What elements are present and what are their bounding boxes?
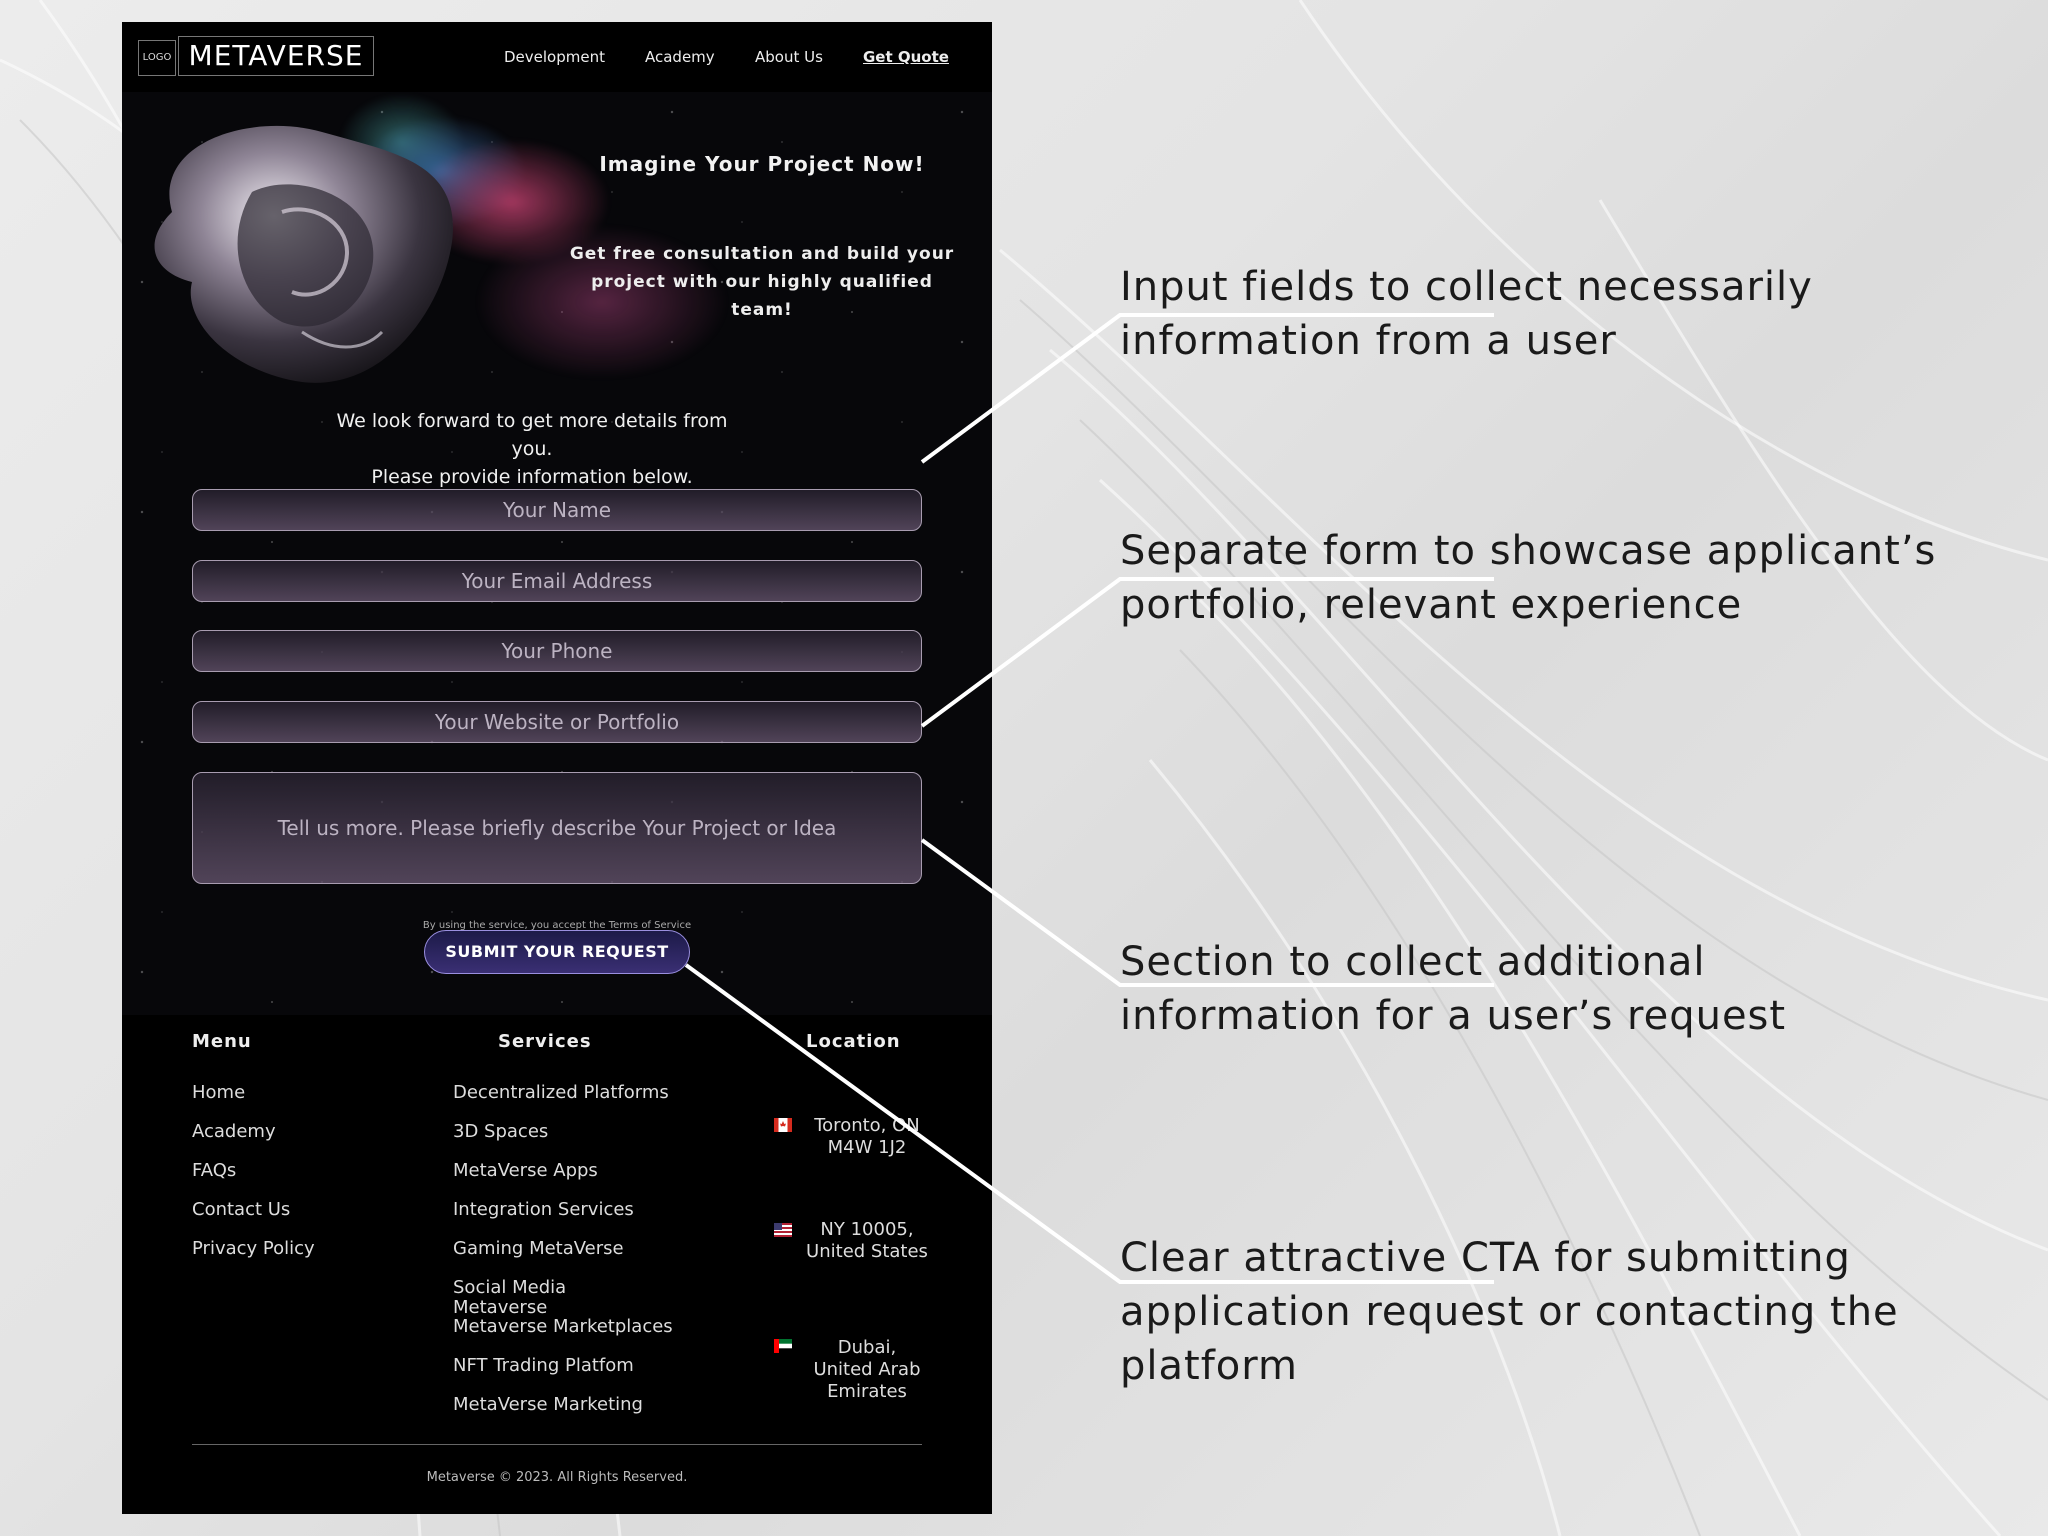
submit-request-button[interactable]: SUBMIT YOUR REQUEST [424,930,690,974]
name-input[interactable]: Your Name [192,489,922,531]
hero-title: Imagine Your Project Now! [599,152,925,176]
intro-line-2: Please provide information below. [371,466,693,488]
annotation-portfolio-form-line-2: portfolio, relevant experience [1120,582,1743,628]
intro-line-1: We look forward to get more details from… [336,410,728,460]
annotation-portfolio-form-line-1: Separate form to showcase applicant’s [1120,528,1937,574]
footer-service-marketing[interactable]: MetaVerse Marketing [453,1395,643,1415]
footer-link-contact-us[interactable]: Contact Us [192,1200,290,1220]
top-navigation: LOGO METAVERSE Development Academy About… [122,22,992,92]
nav-link-academy[interactable]: Academy [645,48,715,66]
location-dubai-line-2: United Arab [813,1359,921,1380]
nav-link-about-us[interactable]: About Us [755,48,823,66]
footer-link-academy[interactable]: Academy [192,1122,276,1142]
website-mockup: LOGO METAVERSE Development Academy About… [122,22,992,1514]
footer-service-integration[interactable]: Integration Services [453,1200,634,1220]
annotation-cta-line-2: application request or contacting the [1120,1289,1899,1335]
project-description-textarea[interactable]: Tell us more. Please briefly describe Yo… [192,772,922,884]
location-dubai: Dubai, United Arab Emirates [797,1337,937,1403]
nav-link-development[interactable]: Development [504,48,605,66]
hero-subtitle: Get free consultation and build your pro… [569,244,955,320]
form-intro: We look forward to get more details from… [322,407,742,491]
footer-service-nft-trading[interactable]: NFT Trading Platfom [453,1356,634,1376]
canada-flag-icon [774,1118,792,1132]
footer-service-apps[interactable]: MetaVerse Apps [453,1161,598,1181]
footer-link-home[interactable]: Home [192,1083,245,1103]
annotation-input-fields: Input fields to collect necessarily info… [1120,260,1813,368]
brand-logo[interactable]: METAVERSE [178,36,374,76]
annotation-additional-info-line-2: information for a user’s request [1120,993,1787,1039]
annotation-input-fields-line-1: Input fields to collect necessarily [1120,264,1813,310]
location-dubai-line-1: Dubai, [837,1337,897,1358]
footer-service-metaverse[interactable]: Metaverse [453,1298,547,1318]
annotation-additional-info-line-1: Section to collect additional [1120,939,1706,985]
location-dubai-line-3: Emirates [827,1381,907,1402]
annotation-additional-info: Section to collect additional informatio… [1120,935,1786,1043]
location-new-york: NY 10005, United States [797,1219,937,1263]
annotation-cta: Clear attractive CTA for submitting appl… [1120,1231,1899,1393]
uae-flag-icon [774,1339,792,1353]
copyright-text: Metaverse © 2023. All Rights Reserved. [426,1470,688,1485]
footer-service-3d-spaces[interactable]: 3D Spaces [453,1122,548,1142]
location-new-york-line-1: NY 10005, [820,1219,914,1240]
footer-service-social-media[interactable]: Social Media [453,1278,566,1298]
footer-link-faqs[interactable]: FAQs [192,1161,236,1181]
footer-service-marketplaces[interactable]: Metaverse Marketplaces [453,1317,673,1337]
annotation-portfolio-form: Separate form to showcase applicant’s po… [1120,524,1936,632]
footer-link-privacy-policy[interactable]: Privacy Policy [192,1239,315,1259]
phone-input[interactable]: Your Phone [192,630,922,672]
footer-service-gaming[interactable]: Gaming MetaVerse [453,1239,624,1259]
location-toronto-line-1: Toronto, ON [814,1115,920,1136]
chrome-sculpture-image [154,125,453,383]
nav-link-get-quote[interactable]: Get Quote [863,48,949,66]
website-portfolio-input[interactable]: Your Website or Portfolio [192,701,922,743]
location-toronto-line-2: M4W 1J2 [827,1137,907,1158]
annotation-input-fields-line-2: information from a user [1120,318,1617,364]
annotation-cta-line-1: Clear attractive CTA for submitting [1120,1235,1851,1281]
footer-menu-heading: Menu [192,1031,252,1052]
location-toronto: Toronto, ON M4W 1J2 [802,1115,932,1159]
logo-mark[interactable]: LOGO [138,40,176,76]
email-input[interactable]: Your Email Address [192,560,922,602]
footer-location-heading: Location [806,1031,901,1052]
usa-flag-icon [774,1223,792,1237]
location-new-york-line-2: United States [806,1241,928,1262]
footer: Menu Services Location Home Academy FAQs… [122,1015,992,1514]
footer-divider [192,1444,922,1445]
annotation-cta-line-3: platform [1120,1343,1298,1389]
footer-service-decentralized[interactable]: Decentralized Platforms [453,1083,669,1103]
footer-services-heading: Services [498,1031,592,1052]
